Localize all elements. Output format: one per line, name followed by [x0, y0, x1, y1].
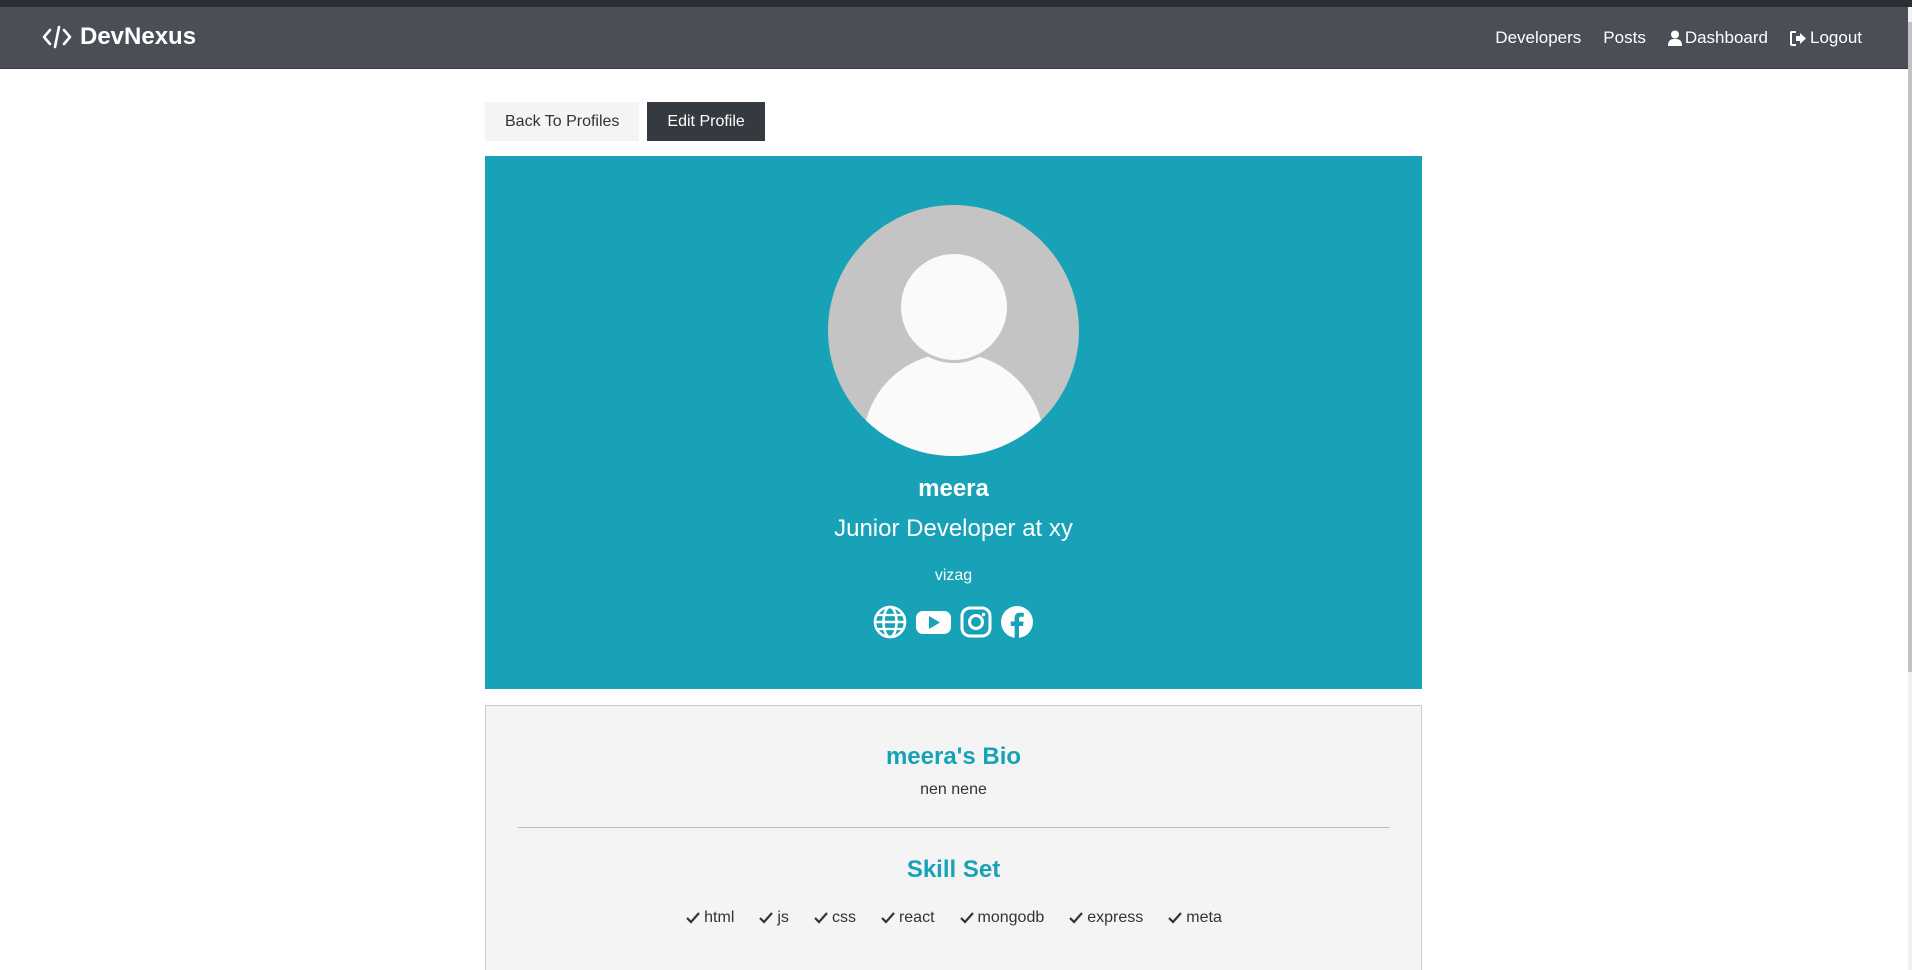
logout-icon	[1790, 30, 1806, 46]
check-icon	[814, 912, 828, 924]
social-links	[485, 605, 1422, 639]
instagram-icon	[960, 606, 992, 638]
back-to-profiles-button[interactable]: Back To Profiles	[485, 102, 640, 141]
avatar-body-shape	[863, 353, 1044, 456]
code-icon	[42, 25, 72, 49]
nav-posts[interactable]: Posts	[1603, 28, 1646, 48]
brand-link[interactable]: DevNexus	[42, 23, 196, 51]
skill-label: react	[898, 909, 935, 926]
skills-list: html js css react mongodb express meta	[486, 909, 1421, 927]
edit-profile-button[interactable]: Edit Profile	[647, 102, 765, 141]
facebook-icon	[1001, 606, 1033, 638]
facebook-link[interactable]	[1000, 605, 1034, 639]
user-icon	[1667, 30, 1682, 46]
check-icon	[1168, 912, 1183, 924]
skill-item: react	[868, 909, 947, 927]
globe-icon	[873, 605, 907, 639]
bio-title: meera's Bio	[885, 743, 1022, 770]
youtube-link[interactable]	[915, 605, 952, 639]
profile-location: vizag	[934, 567, 973, 584]
skill-label: mongodb	[977, 909, 1045, 926]
skill-item: js	[746, 909, 801, 927]
avatar-head-shape	[898, 251, 1010, 363]
profile-about: meera's Bio nen nene Skill Set html js c…	[485, 705, 1422, 970]
nav-developers[interactable]: Developers	[1495, 28, 1581, 48]
brand-name: DevNexus	[80, 23, 197, 50]
website-link[interactable]	[873, 605, 907, 639]
skills-title: Skill Set	[906, 856, 1001, 883]
bio-text: nen nene	[920, 781, 987, 798]
nav-dashboard-label: Dashboard	[1684, 28, 1768, 47]
nav-links: Developers Posts Dashboard Logout	[1473, 28, 1862, 48]
check-icon	[881, 912, 895, 924]
check-icon	[1069, 912, 1084, 924]
check-icon	[759, 912, 774, 924]
skill-label: html	[704, 909, 735, 926]
skill-item: meta	[1155, 909, 1234, 927]
nav-logout-label: Logout	[1810, 28, 1862, 47]
skill-item: express	[1056, 909, 1155, 927]
profile-header: meera Junior Developer at xy vizag	[485, 156, 1422, 689]
scrollbar-thumb[interactable]	[1908, 22, 1912, 672]
avatar	[828, 205, 1079, 456]
skill-item: css	[801, 909, 868, 927]
profile-name: meera	[918, 475, 989, 502]
nav-logout[interactable]: Logout	[1790, 28, 1862, 48]
skill-item: html	[673, 909, 746, 927]
skill-label: css	[831, 909, 856, 926]
nav-dashboard[interactable]: Dashboard	[1667, 28, 1768, 48]
skill-label: express	[1087, 909, 1144, 926]
action-bar: Back To Profiles Edit Profile	[485, 102, 1422, 141]
page-scrollbar[interactable]	[1908, 7, 1912, 970]
window-top-strip	[0, 0, 1912, 7]
navbar: DevNexus Developers Posts Dashboard Logo…	[0, 7, 1908, 69]
profile-status: Junior Developer at xy	[834, 515, 1073, 542]
instagram-link[interactable]	[960, 605, 992, 639]
youtube-icon	[916, 611, 951, 634]
skill-item: mongodb	[947, 909, 1057, 927]
skill-label: meta	[1186, 909, 1222, 926]
section-divider	[518, 827, 1390, 828]
check-icon	[686, 912, 700, 924]
check-icon	[959, 912, 974, 924]
skill-label: js	[777, 909, 789, 926]
